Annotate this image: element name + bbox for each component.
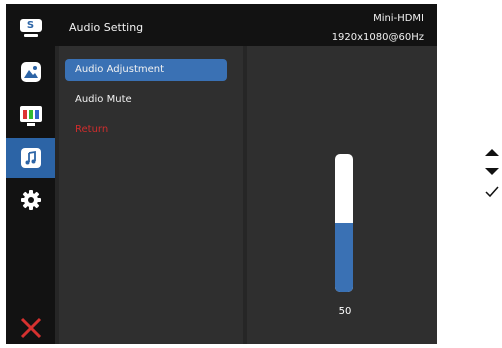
volume-slider[interactable] (335, 154, 353, 292)
volume-slider-fill (335, 223, 353, 292)
osd-menu: S Audio Setting Mini-HDMI 1920x1080@60Hz… (6, 4, 437, 344)
page-title: Audio Setting (69, 21, 144, 34)
image-icon (20, 62, 41, 82)
up-arrow-icon (485, 149, 499, 156)
nav-input-source[interactable]: S (6, 8, 55, 48)
nav-settings[interactable] (6, 180, 55, 220)
menu-item-return[interactable]: Return (65, 119, 227, 141)
menu-item-audio-adjustment[interactable]: Audio Adjustment (65, 59, 227, 81)
down-key[interactable] (482, 162, 502, 182)
color-icon (19, 106, 42, 126)
nav-audio[interactable] (6, 138, 55, 178)
category-sidebar: S (6, 4, 55, 344)
input-source-icon: S (19, 19, 42, 37)
osd-header: Audio Setting Mini-HDMI 1920x1080@60Hz (55, 4, 437, 46)
close-icon (20, 317, 41, 339)
menu-item-audio-mute[interactable]: Audio Mute (65, 89, 227, 111)
audio-menu: Audio Adjustment Audio Mute Return (59, 46, 243, 344)
value-panel: 50 (247, 46, 437, 344)
nav-color[interactable] (6, 96, 55, 136)
control-keys (482, 142, 502, 202)
resolution-label: 1920x1080@60Hz (331, 32, 424, 43)
input-source-letter: S (26, 20, 35, 31)
exit-button[interactable] (6, 308, 55, 348)
nav-image[interactable] (6, 52, 55, 92)
confirm-key[interactable] (482, 182, 502, 202)
down-arrow-icon (485, 168, 499, 175)
volume-value: 50 (338, 306, 352, 317)
check-icon (485, 186, 499, 198)
audio-icon (20, 148, 41, 168)
settings-icon (20, 190, 41, 210)
up-key[interactable] (482, 142, 502, 162)
input-source-label: Mini-HDMI (373, 13, 424, 24)
